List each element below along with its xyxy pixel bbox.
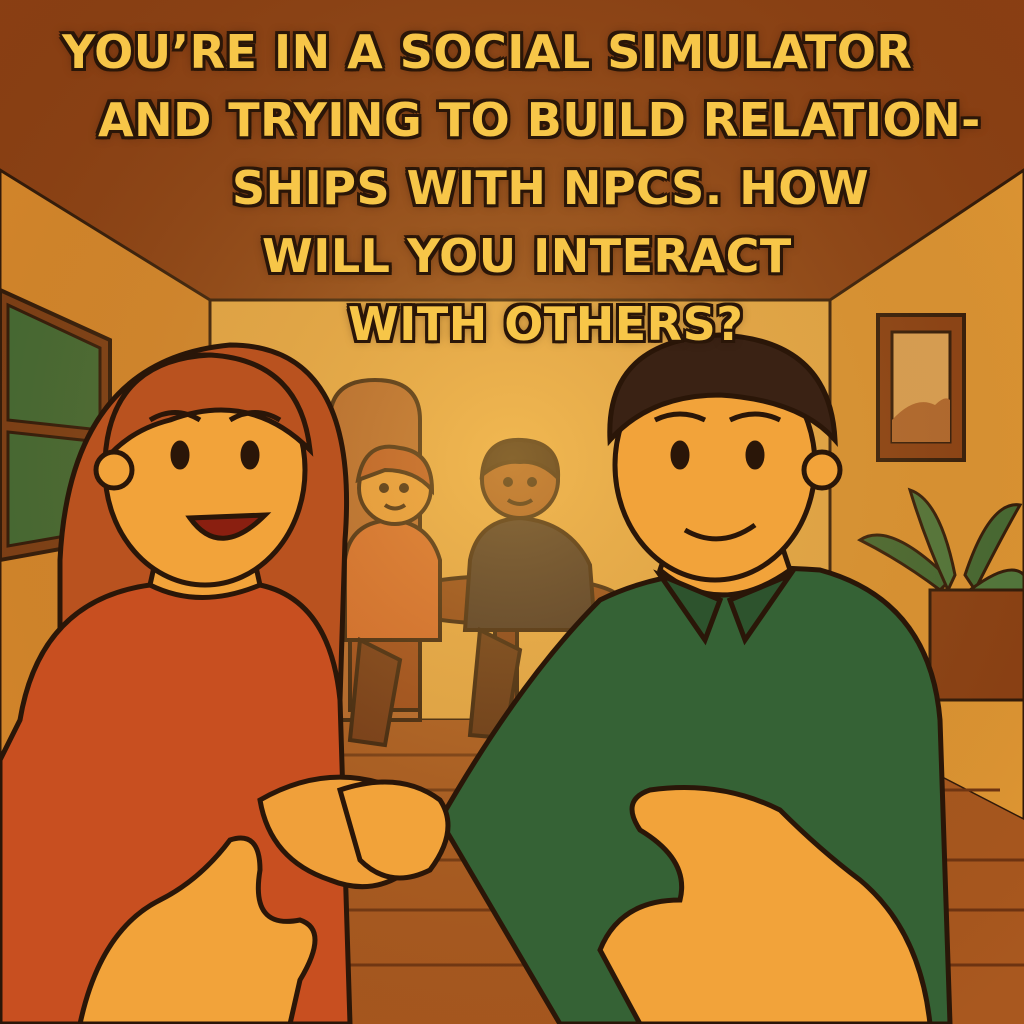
question-caption: YOU’RE IN A SOCIAL SIMULATOR AND TRYING …: [0, 18, 1024, 358]
caption-line-1: YOU’RE IN A SOCIAL SIMULATOR: [62, 25, 913, 79]
caption-line-3: SHIPS WITH NPCs. HOW: [232, 161, 870, 215]
game-scene: YOU’RE IN A SOCIAL SIMULATOR AND TRYING …: [0, 0, 1024, 1024]
caption-line-4: WILL YOU INTERACT: [262, 229, 792, 283]
caption-line-2: AND TRYING TO BUILD RELATION-: [98, 93, 981, 147]
caption-line-5: WITH OTHERS?: [348, 297, 744, 351]
